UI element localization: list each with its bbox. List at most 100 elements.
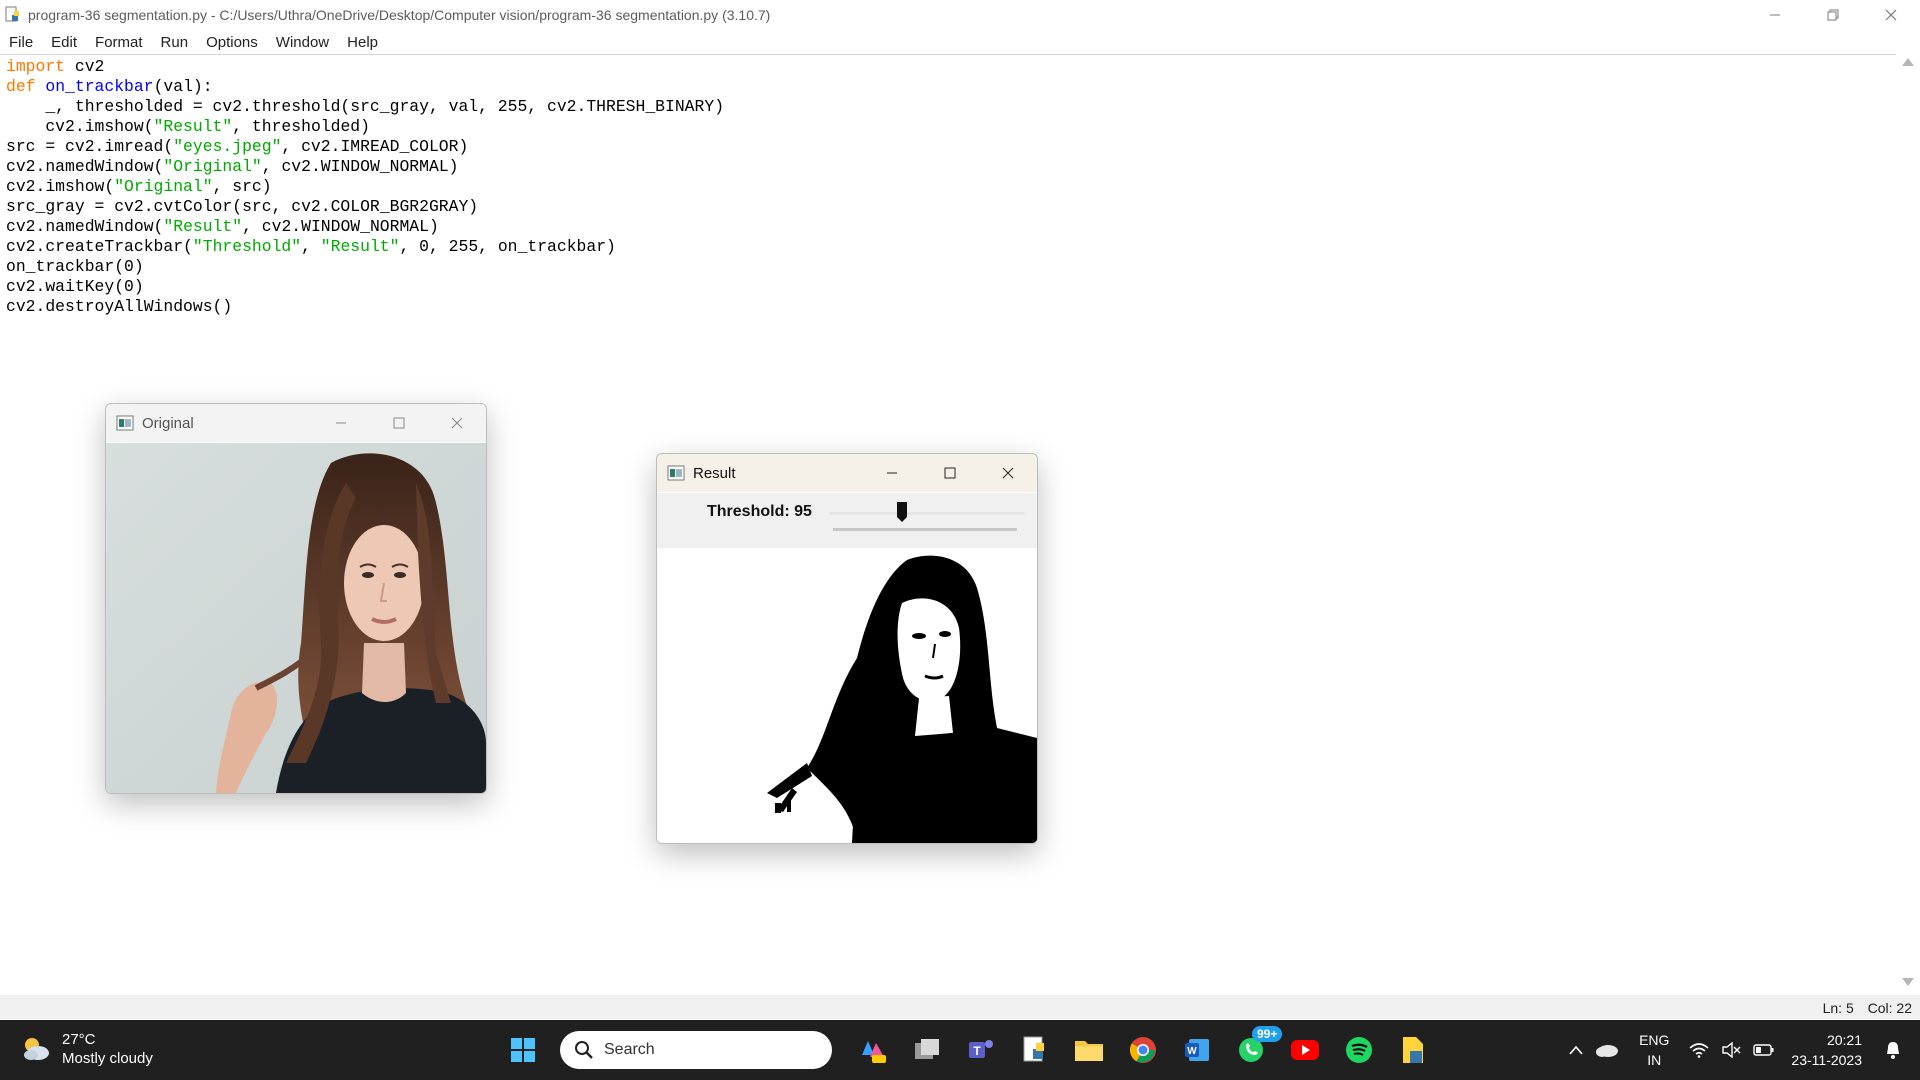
battery-tray-button[interactable]: [1753, 1043, 1775, 1057]
code-line[interactable]: cv2.namedWindow("Result", cv2.WINDOW_NOR…: [6, 217, 724, 237]
maximize-icon: [393, 417, 405, 429]
code-line[interactable]: cv2.waitKey(0): [6, 277, 724, 297]
word-icon: W: [1185, 1039, 1209, 1061]
code-line[interactable]: cv2.destroyAllWindows(): [6, 297, 724, 317]
search-icon: [575, 1041, 593, 1059]
code-line[interactable]: cv2.createTrackbar("Threshold", "Result"…: [6, 237, 724, 257]
maximize-icon: [944, 467, 956, 479]
code-line[interactable]: def on_trackbar(val):: [6, 77, 724, 97]
trackbar-thumb[interactable]: [896, 501, 908, 523]
input-language-indicator[interactable]: ENG IN: [1639, 1030, 1669, 1070]
result-close-button[interactable]: [979, 454, 1037, 492]
start-button[interactable]: [500, 1028, 546, 1072]
youtube-icon: [1291, 1040, 1319, 1060]
result-window-titlebar[interactable]: Result: [657, 454, 1037, 492]
lang-code: ENG: [1639, 1032, 1670, 1048]
woman-portrait-image: [106, 443, 486, 793]
menu-bar: File Edit Format Run Options Window Help: [0, 30, 1920, 54]
code-line[interactable]: cv2.imshow("Original", src): [6, 177, 724, 197]
minimize-icon: [1770, 14, 1780, 16]
status-bar: Ln: 5 Col: 22: [0, 995, 1920, 1019]
menu-edit[interactable]: Edit: [42, 34, 86, 51]
code-line[interactable]: src = cv2.imread("eyes.jpeg", cv2.IMREAD…: [6, 137, 724, 157]
folder-icon: [1075, 1041, 1103, 1061]
onedrive-tray-button[interactable]: [1595, 1042, 1619, 1058]
task-view-app[interactable]: [904, 1028, 950, 1072]
whatsapp-unread-badge: 99+: [1252, 1026, 1283, 1042]
cloudy-weather-icon: [24, 1038, 49, 1060]
result-image-window[interactable]: Result Threshold: 95: [656, 453, 1038, 844]
copilot-app[interactable]: [850, 1028, 896, 1072]
taskbar-search-box[interactable]: Search: [560, 1031, 832, 1069]
battery-icon: [1753, 1044, 1774, 1056]
code-line[interactable]: cv2.imshow("Result", thresholded): [6, 117, 724, 137]
system-tray: ENG IN 20:21 23-11-2023: [1563, 1020, 1920, 1080]
original-image-window[interactable]: Original: [105, 403, 487, 794]
taskbar-apps: Search T W 99+: [496, 1026, 1440, 1072]
wifi-icon: [1689, 1043, 1709, 1058]
vertical-scrollbar[interactable]: [1896, 54, 1920, 994]
code-line[interactable]: import cv2: [6, 57, 724, 77]
speaker-muted-icon: [1722, 1042, 1741, 1058]
clock-date: 23-11-2023: [1791, 1052, 1862, 1068]
code-line[interactable]: _, thresholded = cv2.threshold(src_gray,…: [6, 97, 724, 117]
restore-icon: [1827, 9, 1839, 21]
result-minimize-button[interactable]: [863, 454, 921, 492]
menu-run[interactable]: Run: [152, 34, 198, 51]
word-app[interactable]: W: [1174, 1028, 1220, 1072]
taskbar: 27°C Mostly cloudy Search T W 99+ ENG IN…: [0, 1020, 1920, 1080]
chrome-icon: [1129, 1037, 1156, 1063]
menu-file[interactable]: File: [0, 34, 42, 51]
svg-text:W: W: [1187, 1046, 1197, 1057]
chrome-app[interactable]: [1120, 1028, 1166, 1072]
code-line[interactable]: src_gray = cv2.cvtColor(src, cv2.COLOR_B…: [6, 197, 724, 217]
volume-tray-button[interactable]: [1721, 1042, 1741, 1058]
teams-icon: T: [969, 1040, 993, 1058]
opencv-window-icon: [116, 415, 134, 431]
window-titlebar: program-36 segmentation.py - C:/Users/Ut…: [0, 0, 1920, 30]
chevron-up-icon: [1569, 1045, 1583, 1055]
idle-app[interactable]: [1012, 1028, 1058, 1072]
whatsapp-app[interactable]: 99+: [1228, 1026, 1283, 1072]
original-minimize-button[interactable]: [312, 404, 370, 442]
window-title: program-36 segmentation.py - C:/Users/Ut…: [28, 7, 771, 23]
bell-icon: [1887, 1042, 1899, 1059]
minimize-button[interactable]: [1746, 0, 1804, 30]
menu-options[interactable]: Options: [197, 34, 267, 51]
close-icon: [1885, 9, 1897, 21]
scroll-up-arrow-icon[interactable]: [1902, 58, 1914, 66]
code-line[interactable]: cv2.namedWindow("Original", cv2.WINDOW_N…: [6, 157, 724, 177]
scroll-down-arrow-icon[interactable]: [1902, 978, 1914, 986]
result-maximize-button[interactable]: [921, 454, 979, 492]
menu-help[interactable]: Help: [338, 34, 387, 51]
original-maximize-button[interactable]: [370, 404, 428, 442]
restore-button[interactable]: [1804, 0, 1862, 30]
result-window-title: Result: [693, 464, 736, 482]
teams-app[interactable]: T: [958, 1028, 1004, 1072]
show-hidden-icons-button[interactable]: [1569, 1045, 1583, 1055]
original-close-button[interactable]: [428, 404, 486, 442]
original-photo: [106, 443, 486, 793]
cursor-line: Ln: 5: [1822, 1000, 1854, 1016]
menu-window[interactable]: Window: [267, 34, 338, 51]
spotify-app[interactable]: [1336, 1028, 1382, 1072]
close-icon: [1002, 467, 1014, 479]
wifi-tray-button[interactable]: [1689, 1042, 1709, 1058]
weather-temperature: 27°C: [62, 1031, 96, 1048]
weather-widget[interactable]: 27°C Mostly cloudy: [20, 1030, 153, 1068]
file-explorer-app[interactable]: [1066, 1028, 1112, 1072]
spotify-icon: [1346, 1037, 1372, 1063]
task-view-icon: [915, 1039, 939, 1059]
menu-format[interactable]: Format: [86, 34, 152, 51]
taskbar-clock[interactable]: 20:21 23-11-2023: [1791, 1030, 1862, 1070]
close-button[interactable]: [1862, 0, 1920, 30]
youtube-app[interactable]: [1282, 1028, 1328, 1072]
trackbar-groove[interactable]: [829, 512, 1025, 515]
code-text[interactable]: import cv2 def on_trackbar(val): _, thres…: [6, 57, 724, 317]
code-line[interactable]: on_trackbar(0): [6, 257, 724, 277]
original-window-titlebar[interactable]: Original: [106, 404, 486, 442]
threshold-trackbar-panel: Threshold: 95: [657, 493, 1037, 548]
windows-start-icon: [511, 1038, 535, 1062]
notifications-button[interactable]: [1884, 1040, 1902, 1060]
python-file-app[interactable]: [1390, 1028, 1436, 1072]
